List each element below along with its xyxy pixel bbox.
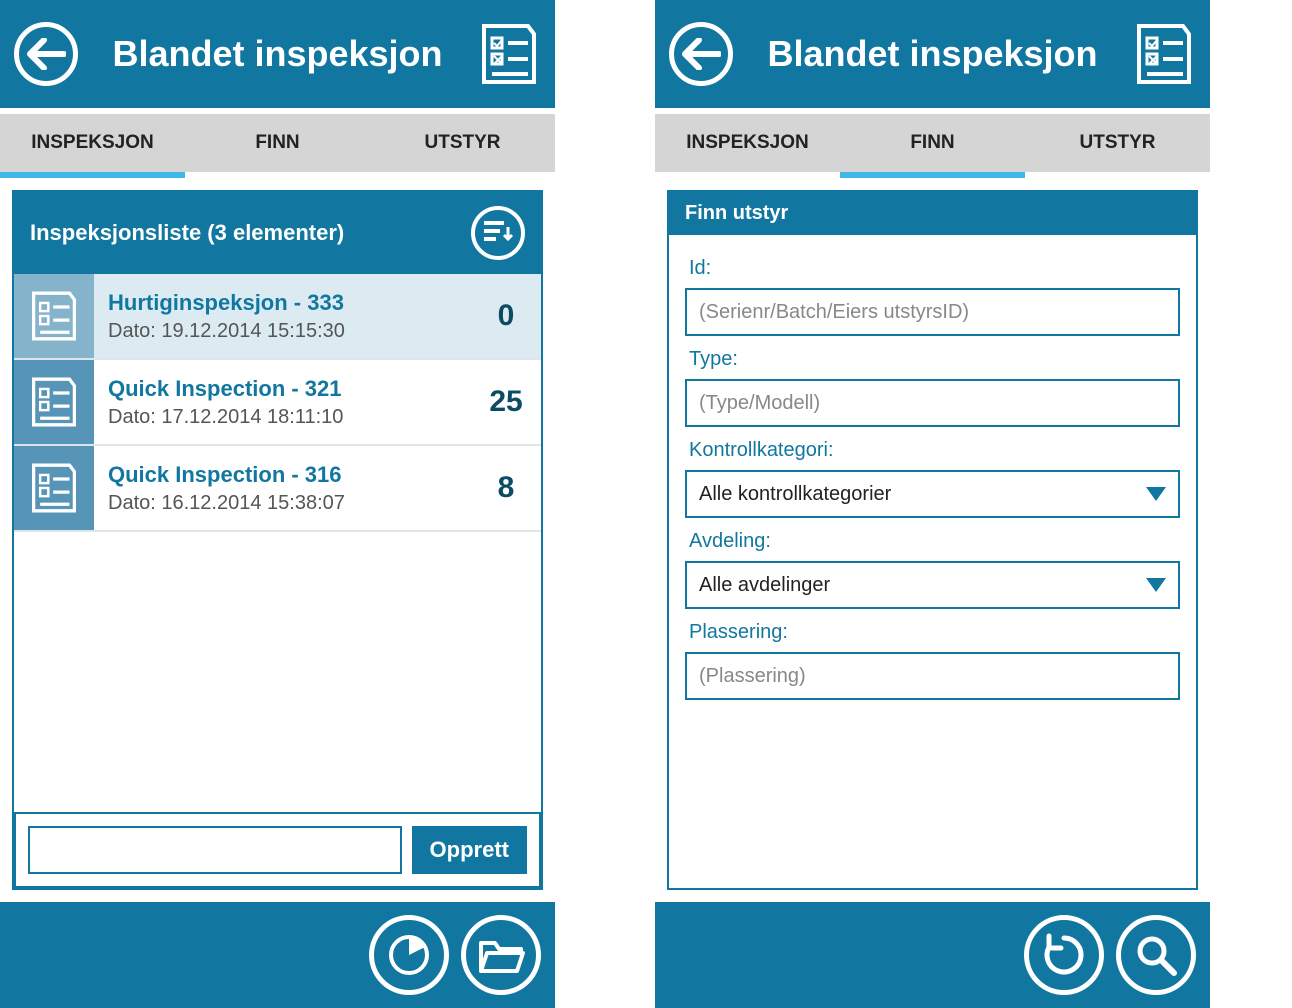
tab-inspeksjon[interactable]: INSPEKSJON	[0, 114, 185, 172]
chevron-down-icon	[1146, 578, 1166, 592]
create-input[interactable]	[28, 826, 402, 874]
tab-bar: INSPEKSJON FINN UTSTYR	[655, 108, 1210, 178]
item-date: Dato: 19.12.2014 15:15:30	[108, 320, 457, 343]
item-body: Hurtiginspeksjon - 333 Dato: 19.12.2014 …	[94, 274, 471, 358]
arrow-left-icon	[26, 38, 66, 70]
inspection-panel: Inspeksjonsliste (3 elementer) Hurtigins…	[12, 190, 543, 890]
item-body: Quick Inspection - 321 Dato: 17.12.2014 …	[94, 360, 471, 444]
checklist-icon	[1137, 24, 1191, 84]
page-title: Blandet inspeksjon	[78, 33, 477, 75]
id-input[interactable]	[685, 288, 1180, 336]
checklist-icon	[32, 291, 76, 341]
item-title: Quick Inspection - 321	[108, 376, 457, 402]
content-area: Inspeksjonsliste (3 elementer) Hurtigins…	[0, 178, 555, 902]
avdeling-label: Avdeling:	[689, 530, 1180, 553]
list-item[interactable]: Quick Inspection - 321 Dato: 17.12.2014 …	[14, 360, 541, 446]
kategori-select[interactable]: Alle kontrollkategorier	[685, 470, 1180, 518]
checklist-icon	[482, 24, 536, 84]
search-icon	[1134, 933, 1178, 977]
content-area: Finn utstyr Id: Type: Kontrollkategori: …	[655, 178, 1210, 902]
sort-button[interactable]	[471, 206, 525, 260]
item-icon-box	[14, 274, 94, 358]
chevron-down-icon	[1146, 487, 1166, 501]
checklist-icon-button[interactable]	[1132, 22, 1196, 86]
arrow-left-icon	[681, 38, 721, 70]
footer	[655, 902, 1210, 1008]
chart-button[interactable]	[369, 915, 449, 995]
list-empty-area	[14, 532, 541, 812]
checklist-icon	[32, 463, 76, 513]
item-title: Quick Inspection - 316	[108, 462, 457, 488]
footer	[0, 902, 555, 1008]
kategori-value: Alle kontrollkategorier	[699, 483, 891, 506]
avdeling-value: Alle avdelinger	[699, 574, 830, 597]
id-label: Id:	[689, 257, 1180, 280]
plassering-label: Plassering:	[689, 621, 1180, 644]
item-date: Dato: 17.12.2014 18:11:10	[108, 406, 457, 429]
inspection-list: Hurtiginspeksjon - 333 Dato: 19.12.2014 …	[14, 274, 541, 812]
panel-header: Inspeksjonsliste (3 elementer)	[14, 192, 541, 274]
tab-inspeksjon[interactable]: INSPEKSJON	[655, 114, 840, 172]
tab-finn[interactable]: FINN	[185, 114, 370, 172]
sort-download-icon	[482, 219, 514, 247]
item-icon-box	[14, 360, 94, 444]
create-row: Opprett	[14, 812, 541, 888]
header: Blandet inspeksjon	[0, 0, 555, 108]
phone-right: Blandet inspeksjon INSPEKSJON FINN UTSTY…	[655, 0, 1210, 1008]
checklist-icon	[32, 377, 76, 427]
item-count: 0	[471, 274, 541, 358]
panel-title: Inspeksjonsliste (3 elementer)	[30, 220, 344, 246]
search-button[interactable]	[1116, 915, 1196, 995]
panel-title: Finn utstyr	[685, 202, 788, 225]
tab-finn[interactable]: FINN	[840, 114, 1025, 172]
back-button[interactable]	[14, 22, 78, 86]
phone-left: Blandet inspeksjon INSPEKSJON FINN UTSTY…	[0, 0, 555, 1008]
item-body: Quick Inspection - 316 Dato: 16.12.2014 …	[94, 446, 471, 530]
tab-bar: INSPEKSJON FINN UTSTYR	[0, 108, 555, 178]
form-body: Id: Type: Kontrollkategori: Alle kontrol…	[669, 235, 1196, 716]
type-label: Type:	[689, 348, 1180, 371]
list-item[interactable]: Quick Inspection - 316 Dato: 16.12.2014 …	[14, 446, 541, 532]
item-date: Dato: 16.12.2014 15:38:07	[108, 492, 457, 515]
plassering-input[interactable]	[685, 652, 1180, 700]
avdeling-select[interactable]: Alle avdelinger	[685, 561, 1180, 609]
panel-header: Finn utstyr	[669, 192, 1196, 235]
pie-chart-icon	[387, 933, 431, 977]
list-item[interactable]: Hurtiginspeksjon - 333 Dato: 19.12.2014 …	[14, 274, 541, 360]
item-count: 25	[471, 360, 541, 444]
folder-open-icon	[477, 935, 525, 975]
checklist-icon-button[interactable]	[477, 22, 541, 86]
tab-utstyr[interactable]: UTSTYR	[1025, 114, 1210, 172]
page-title: Blandet inspeksjon	[733, 33, 1132, 75]
item-count: 8	[471, 446, 541, 530]
reset-button[interactable]	[1024, 915, 1104, 995]
kategori-label: Kontrollkategori:	[689, 439, 1180, 462]
back-button[interactable]	[669, 22, 733, 86]
find-panel: Finn utstyr Id: Type: Kontrollkategori: …	[667, 190, 1198, 890]
folder-button[interactable]	[461, 915, 541, 995]
refresh-icon	[1041, 932, 1087, 978]
tab-utstyr[interactable]: UTSTYR	[370, 114, 555, 172]
header: Blandet inspeksjon	[655, 0, 1210, 108]
item-icon-box	[14, 446, 94, 530]
item-title: Hurtiginspeksjon - 333	[108, 290, 457, 316]
create-button[interactable]: Opprett	[412, 826, 527, 874]
type-input[interactable]	[685, 379, 1180, 427]
